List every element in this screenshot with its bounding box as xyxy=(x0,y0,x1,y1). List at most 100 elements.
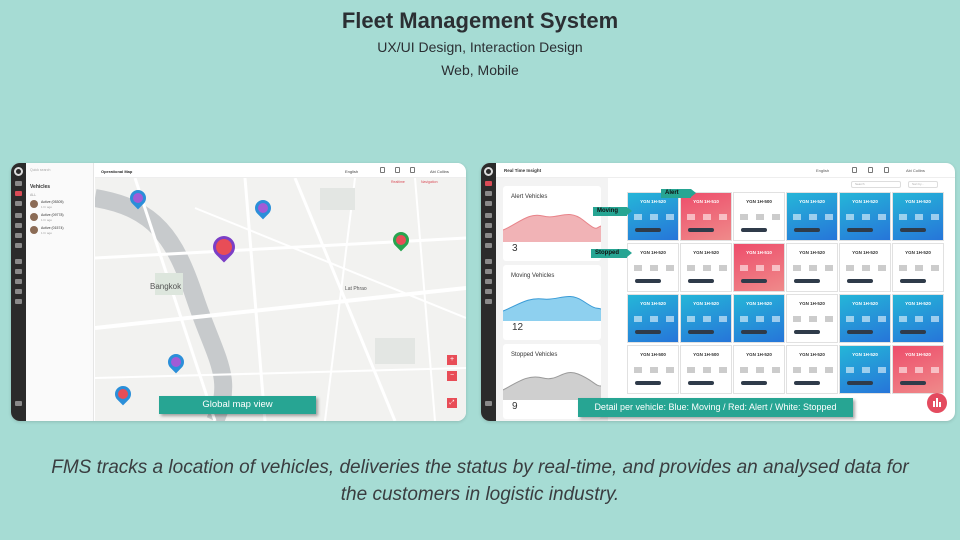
vehicle-card[interactable]: YGN 1H-520 xyxy=(786,192,838,241)
vehicle-detail-button[interactable] xyxy=(741,279,767,283)
print-icon[interactable] xyxy=(395,167,400,173)
truck-icon[interactable] xyxy=(485,201,492,206)
vehicle-card[interactable]: YGN 1H-520 xyxy=(786,345,838,394)
vehicle-pin[interactable] xyxy=(251,196,275,220)
vehicle-card[interactable]: YGN 1H-500 xyxy=(680,345,732,394)
vehicle-detail-button[interactable] xyxy=(688,228,714,232)
vehicle-detail-button[interactable] xyxy=(794,381,820,385)
vehicle-detail-button[interactable] xyxy=(847,330,873,334)
vehicle-detail-button[interactable] xyxy=(635,228,661,232)
vehicle-detail-button[interactable] xyxy=(900,228,926,232)
vehicle-card[interactable]: YGN 1H-520 xyxy=(892,243,944,292)
report-icon[interactable] xyxy=(485,233,492,238)
vehicle-card[interactable]: YGN 1H-520 xyxy=(839,294,891,343)
vehicle-detail-button[interactable] xyxy=(635,330,661,334)
vehicle-detail-button[interactable] xyxy=(847,228,873,232)
insight-icon[interactable] xyxy=(485,181,492,186)
vehicle-pin[interactable] xyxy=(389,228,413,252)
report-icon[interactable] xyxy=(15,233,22,238)
vehicle-card[interactable]: YGN 1H-500 xyxy=(627,345,679,394)
vehicle-card[interactable]: YGN 1H-520 xyxy=(786,243,838,292)
vehicle-detail-button[interactable] xyxy=(847,381,873,385)
gear-icon[interactable] xyxy=(485,299,492,304)
vehicle-detail-button[interactable] xyxy=(794,228,820,232)
moving-vehicles-card[interactable]: Moving Vehicles 12 xyxy=(503,265,601,340)
vehicle-row[interactable]: Active (05305) 1 hr ago xyxy=(30,199,92,211)
vehicle-card[interactable]: YGN 1H-520 xyxy=(627,243,679,292)
vehicle-card[interactable]: YGN 1H-520 xyxy=(627,294,679,343)
map-icon[interactable] xyxy=(485,191,492,196)
vehicle-pin[interactable] xyxy=(111,382,135,406)
search-input[interactable]: Search xyxy=(851,181,901,188)
user-icon[interactable] xyxy=(485,289,492,294)
tool-icon[interactable] xyxy=(485,269,492,274)
download-icon[interactable] xyxy=(410,167,415,173)
download-icon[interactable] xyxy=(884,167,889,173)
language-select[interactable]: English xyxy=(345,169,358,174)
vehicle-card[interactable]: YGN 1H-520 xyxy=(733,294,785,343)
vehicle-card[interactable]: YGN 1H-500 xyxy=(733,192,785,241)
user-icon[interactable] xyxy=(15,289,22,294)
tab-realtime[interactable]: Realtime xyxy=(391,180,405,184)
vehicle-card[interactable]: YGN 1H-520 xyxy=(839,192,891,241)
language-select[interactable]: English xyxy=(816,168,829,173)
vehicle-detail-button[interactable] xyxy=(900,330,926,334)
vehicle-card[interactable]: YGN 1H-520 xyxy=(733,345,785,394)
vehicle-detail-button[interactable] xyxy=(635,381,661,385)
notification-icon[interactable] xyxy=(380,167,385,173)
vehicle-detail-button[interactable] xyxy=(688,381,714,385)
gear-icon[interactable] xyxy=(15,299,22,304)
vehicle-detail-button[interactable] xyxy=(900,279,926,283)
vehicle-row[interactable]: Active (01574) 1 hr ago xyxy=(30,225,92,237)
home-icon[interactable] xyxy=(15,181,22,186)
analytics-fab[interactable] xyxy=(927,393,947,413)
vehicle-card[interactable]: YGN 1H-520 xyxy=(627,192,679,241)
sort-select[interactable]: Sort by... xyxy=(908,181,938,188)
alert-icon[interactable] xyxy=(15,279,22,284)
list-icon[interactable] xyxy=(485,223,492,228)
zoom-in-button[interactable]: + xyxy=(447,355,457,365)
vehicle-detail-button[interactable] xyxy=(794,330,820,334)
logout-icon[interactable] xyxy=(485,401,492,406)
vehicle-card[interactable]: YGN 1H-510 xyxy=(680,192,732,241)
tool-icon[interactable] xyxy=(15,269,22,274)
selected-vehicle-pin[interactable] xyxy=(208,231,240,263)
vehicle-card[interactable]: YGN 1H-520 xyxy=(892,294,944,343)
fullscreen-icon[interactable]: ⤢ xyxy=(447,398,457,408)
user-menu[interactable]: Abi Collins xyxy=(906,168,925,173)
vehicle-card[interactable]: YGN 1H-510 xyxy=(733,243,785,292)
notification-icon[interactable] xyxy=(852,167,857,173)
vehicle-detail-button[interactable] xyxy=(741,330,767,334)
chart-icon[interactable] xyxy=(15,259,22,264)
map-canvas[interactable]: Bangkok Lat Phrao + − ⤢ xyxy=(95,178,466,421)
map-icon[interactable] xyxy=(15,191,22,196)
vehicle-card[interactable]: YGN 1H-520 xyxy=(892,345,944,394)
vehicle-detail-button[interactable] xyxy=(794,279,820,283)
vehicle-detail-button[interactable] xyxy=(847,279,873,283)
vehicle-detail-button[interactable] xyxy=(688,330,714,334)
zoom-out-button[interactable]: − xyxy=(447,371,457,381)
vehicle-detail-button[interactable] xyxy=(688,279,714,283)
route-icon[interactable] xyxy=(15,213,22,218)
vehicle-card[interactable]: YGN 1H-520 xyxy=(839,345,891,394)
vehicle-row[interactable]: Active (09778) 1 hr ago xyxy=(30,212,92,224)
vehicle-pin[interactable] xyxy=(164,350,188,374)
vehicle-detail-button[interactable] xyxy=(900,381,926,385)
vehicle-card[interactable]: YGN 1H-520 xyxy=(680,243,732,292)
truck-icon[interactable] xyxy=(15,201,22,206)
user-menu[interactable]: Abi Collins xyxy=(430,169,449,174)
vehicle-detail-button[interactable] xyxy=(741,228,767,232)
vehicle-card[interactable]: YGN 1H-520 xyxy=(839,243,891,292)
list-icon[interactable] xyxy=(15,223,22,228)
vehicle-card[interactable]: YGN 1H-520 xyxy=(892,192,944,241)
chart-icon[interactable] xyxy=(485,259,492,264)
settings-icon[interactable] xyxy=(15,243,22,248)
vehicle-pin[interactable] xyxy=(126,186,150,210)
alert-vehicles-card[interactable]: Alert Vehicles 3 xyxy=(503,186,601,261)
quick-search-input[interactable]: Quick search xyxy=(30,168,50,172)
print-icon[interactable] xyxy=(868,167,873,173)
vehicle-card[interactable]: YGN 1H-520 xyxy=(786,294,838,343)
vehicle-detail-button[interactable] xyxy=(635,279,661,283)
filter-all[interactable]: ALL xyxy=(30,193,36,197)
vehicle-card[interactable]: YGN 1H-520 xyxy=(680,294,732,343)
